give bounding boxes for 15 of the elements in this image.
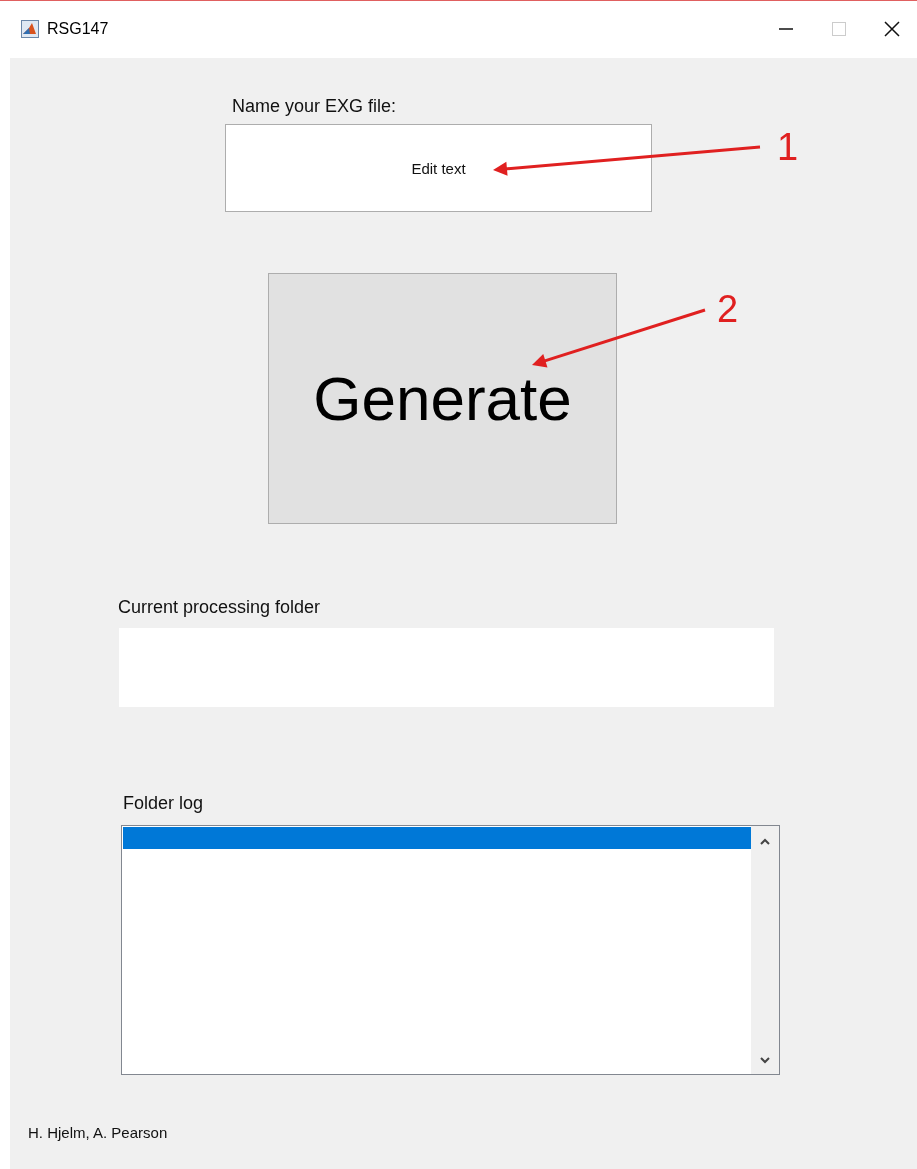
scrollbar[interactable] bbox=[751, 826, 779, 1074]
scroll-down-icon[interactable] bbox=[760, 1056, 770, 1064]
folder-log-list[interactable] bbox=[121, 825, 780, 1075]
window-title: RSG147 bbox=[47, 20, 109, 38]
annotation-number: 2 bbox=[717, 290, 739, 328]
field-label: Name your EXG file: bbox=[232, 96, 397, 117]
generate-button[interactable]: Generate bbox=[268, 273, 617, 524]
list-label: Folder log bbox=[123, 793, 204, 814]
app-icon bbox=[21, 20, 39, 38]
close-icon[interactable] bbox=[882, 19, 902, 39]
file-name-field[interactable]: Edit text bbox=[225, 124, 652, 212]
scroll-up-icon[interactable] bbox=[760, 838, 770, 846]
field-label: Current processing folder bbox=[118, 597, 321, 618]
credits-text: H. Hjelm, A. Pearson bbox=[28, 1124, 168, 1141]
annotation-number: 1 bbox=[777, 128, 799, 166]
